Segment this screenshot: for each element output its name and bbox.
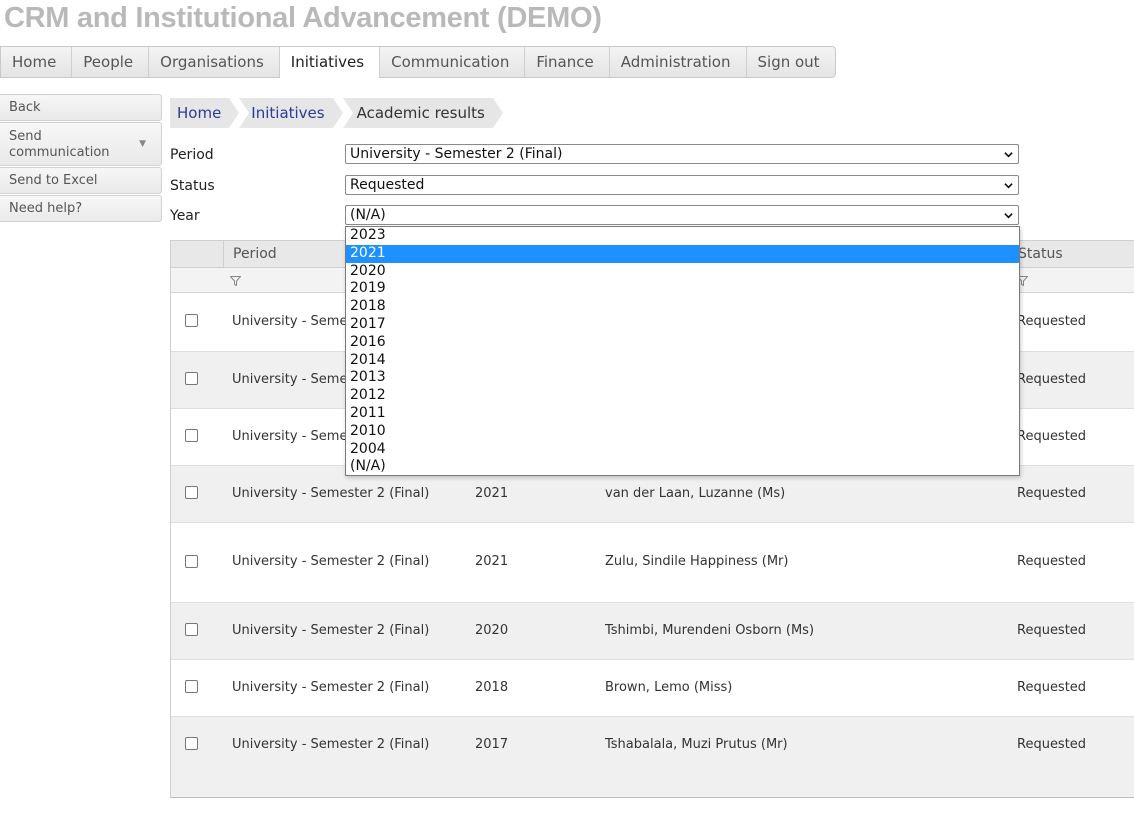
row-checkbox[interactable] <box>185 623 198 636</box>
nav-tab-finance[interactable]: Finance <box>525 47 610 77</box>
year-select-value: (N/A) <box>350 207 386 223</box>
send-to-excel-button[interactable]: Send to Excel <box>0 167 162 194</box>
breadcrumb: Home Initiatives Academic results <box>170 98 504 128</box>
row-status: Requested <box>1017 486 1087 501</box>
year-option-2016[interactable]: 2016 <box>346 334 1019 352</box>
year-select[interactable]: (N/A) <box>345 205 1019 225</box>
row-checkbox[interactable] <box>185 486 198 499</box>
breadcrumb-initiatives[interactable]: Initiatives <box>239 98 343 128</box>
year-option-2010[interactable]: 2010 <box>346 423 1019 441</box>
row-checkbox[interactable] <box>185 372 198 385</box>
row-checkbox[interactable] <box>185 429 198 442</box>
need-help-button[interactable]: Need help? <box>0 195 162 222</box>
row-status: Requested <box>1017 372 1087 387</box>
period-select-value: University - Semester 2 (Final) <box>350 146 563 162</box>
row-name: van der Laan, Luzanne (Ms) <box>605 486 786 501</box>
row-year: 2021 <box>475 554 509 569</box>
row-period: University - Semester 2 (Final) <box>232 486 430 501</box>
year-option-2023[interactable]: 2023 <box>346 227 1019 245</box>
breadcrumb-academic-results: Academic results <box>342 98 504 128</box>
year-option-2013[interactable]: 2013 <box>346 369 1019 387</box>
period-label: Period <box>170 147 214 163</box>
status-select[interactable]: Requested <box>345 175 1019 195</box>
status-label: Status <box>170 178 215 194</box>
year-option-na[interactable]: (N/A) <box>346 458 1019 476</box>
table-row[interactable]: University - Semester 2 (Final) 2017 Tsh… <box>171 717 1134 797</box>
period-select[interactable]: University - Semester 2 (Final) <box>345 144 1019 164</box>
row-period: University - Semester 2 (Final) <box>232 554 430 569</box>
row-status: Requested <box>1017 623 1087 638</box>
row-status: Requested <box>1017 680 1087 695</box>
year-option-2020[interactable]: 2020 <box>346 263 1019 281</box>
row-period: University - Semester 2 (Final) <box>232 623 430 638</box>
table-row[interactable]: University - Semester 2 (Final) 2021 Zul… <box>171 523 1134 603</box>
row-checkbox[interactable] <box>185 555 198 568</box>
row-checkbox[interactable] <box>185 314 198 327</box>
chevron-down-icon <box>1004 183 1013 189</box>
column-header-period[interactable]: Period <box>223 241 277 268</box>
row-year: 2017 <box>475 737 509 752</box>
row-name: Zulu, Sindile Happiness (Mr) <box>605 554 789 569</box>
app-title: CRM and Institutional Advancement (DEMO) <box>4 2 602 34</box>
year-dropdown-list[interactable]: 2023 2021 2020 2019 2018 2017 2016 2014 … <box>345 226 1020 476</box>
row-year: 2018 <box>475 680 509 695</box>
nav-tab-people[interactable]: People <box>72 47 150 77</box>
nav-tab-initiatives[interactable]: Initiatives <box>279 47 381 78</box>
table-row[interactable]: University - Semester 2 (Final) 2018 Bro… <box>171 660 1134 717</box>
row-name: Tshabalala, Muzi Prutus (Mr) <box>605 737 788 752</box>
year-option-2011[interactable]: 2011 <box>346 405 1019 423</box>
year-option-2021[interactable]: 2021 <box>346 244 1019 263</box>
send-communication-button[interactable]: Send communication ▼ <box>0 122 162 166</box>
send-communication-label: Send communication <box>9 129 110 160</box>
table-row[interactable]: University - Semester 2 (Final) 2020 Tsh… <box>171 603 1134 660</box>
year-option-2004[interactable]: 2004 <box>346 441 1019 459</box>
row-status: Requested <box>1017 429 1087 444</box>
filter-icon[interactable] <box>230 276 241 286</box>
year-option-2018[interactable]: 2018 <box>346 298 1019 316</box>
year-option-2014[interactable]: 2014 <box>346 352 1019 370</box>
chevron-down-icon: ▼ <box>139 139 146 149</box>
row-period: University - Semester 2 (Final) <box>232 737 430 752</box>
year-option-2017[interactable]: 2017 <box>346 316 1019 334</box>
back-button[interactable]: Back <box>0 94 162 121</box>
year-option-2019[interactable]: 2019 <box>346 280 1019 298</box>
row-status: Requested <box>1017 737 1087 752</box>
chevron-down-icon <box>1004 152 1013 158</box>
breadcrumb-home[interactable]: Home <box>170 98 240 128</box>
row-year: 2020 <box>475 623 509 638</box>
row-status: Requested <box>1017 314 1087 329</box>
row-year: 2021 <box>475 486 509 501</box>
row-status: Requested <box>1017 554 1087 569</box>
nav-tab-home[interactable]: Home <box>1 47 73 77</box>
nav-tab-organisations[interactable]: Organisations <box>149 47 280 77</box>
row-checkbox[interactable] <box>185 680 198 693</box>
row-checkbox[interactable] <box>185 737 198 750</box>
nav-tab-administration[interactable]: Administration <box>610 47 747 77</box>
status-select-value: Requested <box>350 177 425 193</box>
nav-tab-communication[interactable]: Communication <box>380 47 526 77</box>
chevron-down-icon <box>1004 213 1013 219</box>
year-option-2012[interactable]: 2012 <box>346 387 1019 405</box>
row-name: Tshimbi, Murendeni Osborn (Ms) <box>605 623 815 638</box>
nav-tab-sign-out[interactable]: Sign out <box>747 47 835 77</box>
year-label: Year <box>170 208 200 224</box>
row-period: University - Semester 2 (Final) <box>232 680 430 695</box>
main-nav: Home People Organisations Initiatives Co… <box>0 46 836 78</box>
row-name: Brown, Lemo (Miss) <box>605 680 733 695</box>
